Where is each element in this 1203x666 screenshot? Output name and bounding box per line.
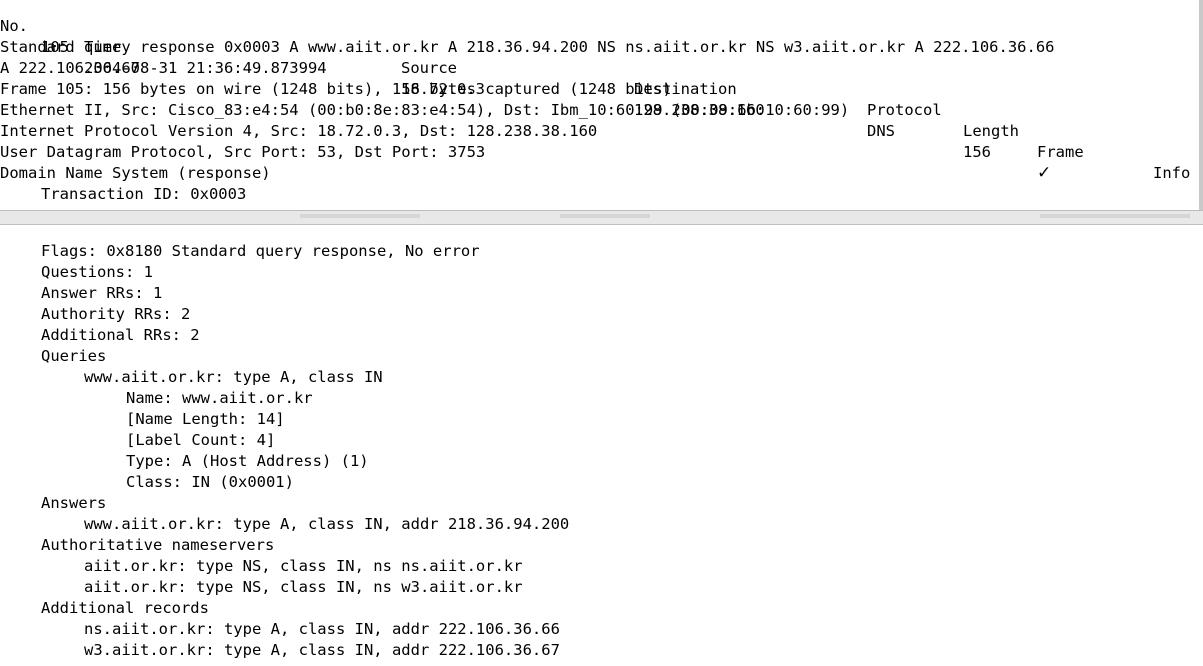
tree-item-ethernet[interactable]: Ethernet II, Src: Cisco_83:e4:54 (00:b0:…: [0, 100, 849, 121]
column-header-length[interactable]: Length: [963, 121, 1019, 142]
tree-item-query[interactable]: www.aiit.or.kr: type A, class IN: [84, 367, 383, 388]
tree-item-dns[interactable]: Domain Name System (response): [0, 163, 271, 184]
tree-item-udp[interactable]: User Datagram Protocol, Src Port: 53, Ds…: [0, 142, 485, 163]
packet-length: 156: [963, 143, 991, 161]
tree-item-transaction-id[interactable]: Transaction ID: 0x0003: [41, 184, 246, 205]
splitter-grip: [1040, 214, 1190, 218]
column-header-protocol[interactable]: Protocol: [867, 100, 942, 121]
tree-item-auth-ns-1[interactable]: aiit.or.kr: type NS, class IN, ns ns.aii…: [84, 556, 523, 577]
packet-row[interactable]: 105 2004-08-31 21:36:49.873994 18.72.0.3…: [0, 16, 1199, 183]
tree-item-query-class[interactable]: Class: IN (0x0001): [126, 472, 294, 493]
tree-item-auth-ns-2[interactable]: aiit.or.kr: type NS, class IN, ns w3.aii…: [84, 577, 523, 598]
tree-item-ip[interactable]: Internet Protocol Version 4, Src: 18.72.…: [0, 121, 597, 142]
tree-item-answer[interactable]: www.aiit.or.kr: type A, class IN, addr 2…: [84, 514, 569, 535]
tree-item-answer-rrs[interactable]: Answer RRs: 1: [41, 283, 162, 304]
pane-splitter[interactable]: [0, 210, 1203, 225]
frame-checkmark-icon: ✓: [1037, 163, 1052, 183]
tree-item-query-type[interactable]: Type: A (Host Address) (1): [126, 451, 369, 472]
tree-item-flags[interactable]: Flags: 0x8180 Standard query response, N…: [41, 241, 480, 262]
tree-item-query-name-length[interactable]: [Name Length: 14]: [126, 409, 285, 430]
tree-item-additional-2[interactable]: w3.aiit.or.kr: type A, class IN, addr 22…: [84, 640, 560, 661]
packet-list-pane: No. Time Source Destination Protocol Len…: [0, 0, 1203, 210]
splitter-grip: [560, 214, 650, 218]
packet-protocol: DNS: [867, 122, 895, 140]
tree-item-query-name[interactable]: Name: www.aiit.or.kr: [126, 388, 313, 409]
packet-info-line-2: A 222.106.36.67: [0, 59, 140, 77]
tree-item-frame[interactable]: Frame 105: 156 bytes on wire (1248 bits)…: [0, 79, 672, 100]
column-header-frame[interactable]: Frame: [1037, 142, 1084, 163]
splitter-grip: [300, 214, 420, 218]
wireshark-window: No. Time Source Destination Protocol Len…: [0, 0, 1203, 666]
tree-item-authoritative-nameservers[interactable]: Authoritative nameservers: [41, 535, 274, 556]
tree-item-queries[interactable]: Queries: [41, 346, 106, 367]
column-header-source[interactable]: Source: [401, 58, 457, 79]
tree-item-authority-rrs[interactable]: Authority RRs: 2: [41, 304, 190, 325]
packet-info-line-1: Standard query response 0x0003 A www.aii…: [0, 38, 1055, 56]
column-header-info[interactable]: Info: [1153, 163, 1190, 184]
tree-item-questions[interactable]: Questions: 1: [41, 262, 153, 283]
tree-item-answers[interactable]: Answers: [41, 493, 106, 514]
packet-details-pane: Flags: 0x8180 Standard query response, N…: [0, 225, 1203, 666]
tree-item-additional-rrs[interactable]: Additional RRs: 2: [41, 325, 200, 346]
column-header-row: No. Time Source Destination Protocol Len…: [0, 0, 1199, 182]
tree-item-additional-1[interactable]: ns.aiit.or.kr: type A, class IN, addr 22…: [84, 619, 560, 640]
tree-item-query-label-count[interactable]: [Label Count: 4]: [126, 430, 275, 451]
tree-item-additional-records[interactable]: Additional records: [41, 598, 209, 619]
